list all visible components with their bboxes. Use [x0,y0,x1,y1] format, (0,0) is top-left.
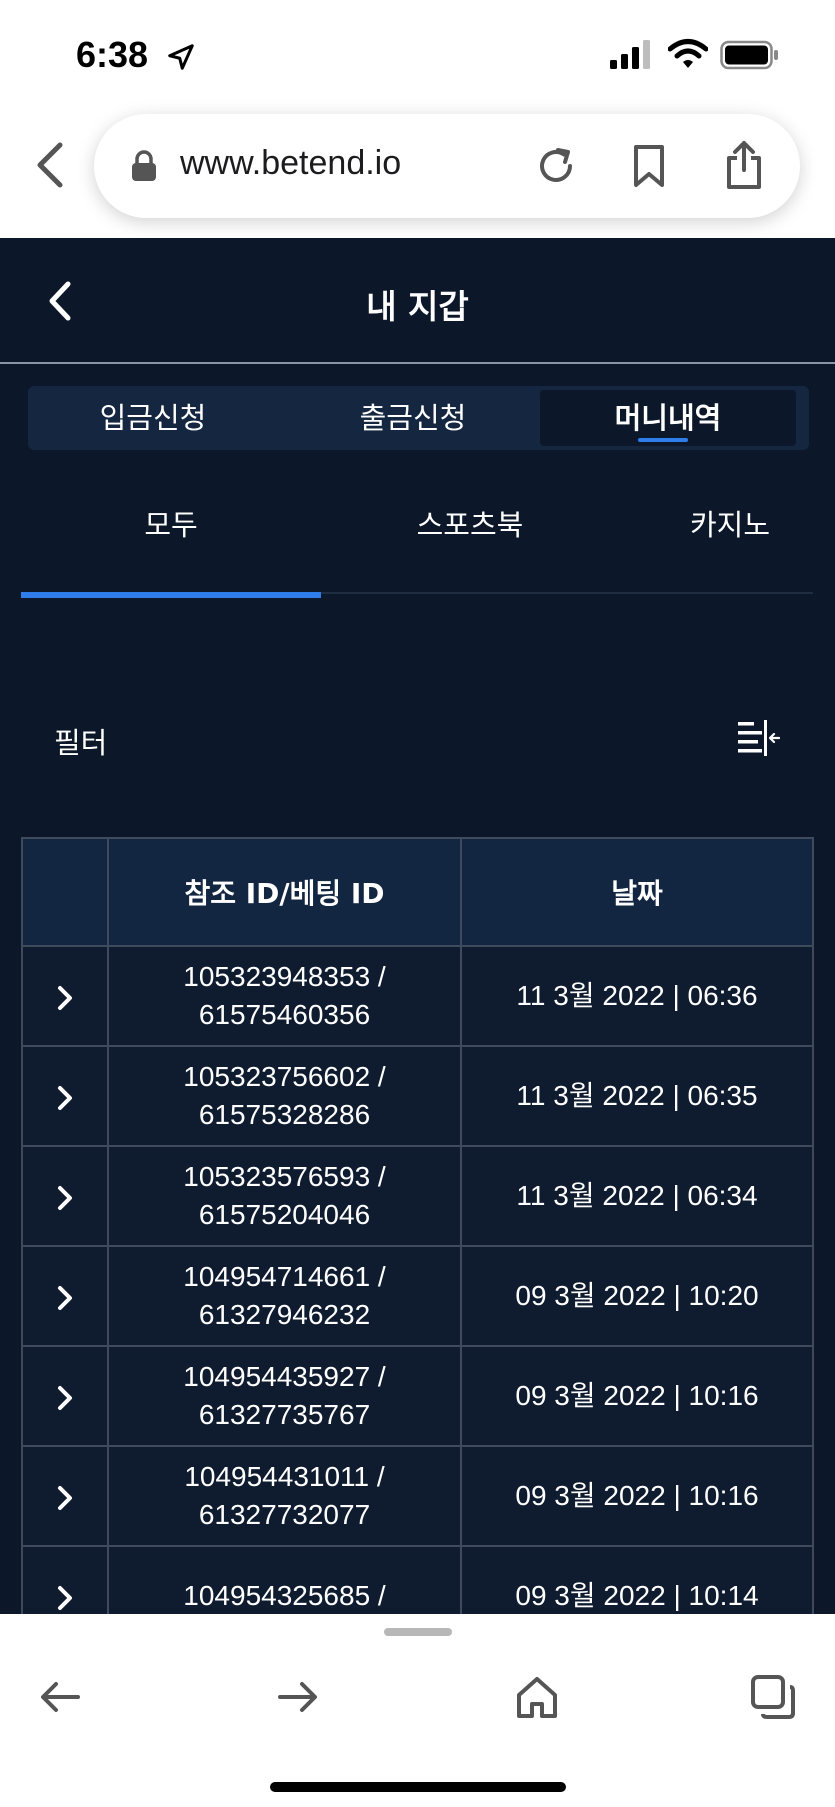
row-reference-cell: 104954431011 / 61327732077 [107,1445,462,1547]
tab-money-history-label: 머니내역 [614,401,722,435]
battery-icon [720,40,778,70]
reference-id: 104954325685 / [183,1580,386,1611]
row-date: 09 3월 2022 | 10:20 [460,1245,814,1347]
chevron-right-icon[interactable] [54,1484,76,1512]
status-time: 6:38 [76,34,149,75]
table-row[interactable]: 104954431011 / 61327732077 09 3월 2022 | 1… [21,1445,814,1547]
cellular-signal-icon [610,40,650,69]
chevron-right-icon[interactable] [54,1184,76,1212]
wallet-screen: 내 지갑 입금신청 출금신청 머니내역 모두 스포츠북 카지노 필터 참조 ID… [0,238,835,1614]
row-reference-cell: 104954435927 / 61327735767 [107,1345,462,1447]
app-header: 내 지갑 [0,238,835,364]
wifi-icon [668,39,708,68]
row-date: 11 3월 2022 | 06:34 [460,1145,814,1247]
active-tab-indicator [638,438,688,442]
row-expand-cell[interactable] [21,1445,109,1547]
subtab-casino[interactable]: 카지노 [690,494,835,600]
row-date: 09 3월 2022 | 10:16 [460,1445,814,1547]
chevron-right-icon[interactable] [54,984,76,1012]
header-expand [21,837,109,947]
row-date: 11 3월 2022 | 06:36 [460,945,814,1047]
row-reference-cell: 105323756602 / 61575328286 [107,1045,462,1147]
header-reference-id: 참조 ID/베팅 ID [107,837,462,947]
table-row[interactable]: 104954714661 / 61327946232 09 3월 2022 | 1… [21,1245,814,1347]
browser-address-bar: www.betend.io [0,110,835,238]
row-expand-cell[interactable] [21,945,109,1047]
bookmark-icon[interactable] [630,144,668,188]
chevron-right-icon[interactable] [54,1584,76,1612]
subtab-active-indicator [21,592,321,598]
reference-id: 105323576593 / [183,1161,386,1192]
table-header-row: 참조 ID/베팅 ID 날짜 [21,837,814,947]
history-subtabs: 모두 스포츠북 카지노 [0,494,835,600]
row-reference-cell: 105323576593 / 61575204046 [107,1145,462,1247]
chevron-right-icon[interactable] [54,1284,76,1312]
row-reference-cell: 104954714661 / 61327946232 [107,1245,462,1347]
page-title: 내 지갑 [366,287,469,326]
forward-arrow-icon[interactable] [274,1674,320,1720]
row-date: 11 3월 2022 | 06:35 [460,1045,814,1147]
header-date: 날짜 [460,837,814,947]
table-row[interactable]: 104954325685 / 09 3월 2022 | 10:14 [21,1545,814,1614]
subtab-sportsbook[interactable]: 스포츠북 [320,494,620,600]
url-text[interactable]: www.betend.io [180,144,401,183]
bet-id: 61575328286 [198,1099,371,1130]
home-icon[interactable] [514,1674,560,1720]
table-row[interactable]: 104954435927 / 61327735767 09 3월 2022 | 1… [21,1345,814,1447]
bet-id: 61327735767 [198,1399,371,1430]
browser-toolbar [0,1614,835,1807]
toolbar-grabber[interactable] [384,1628,452,1636]
share-icon[interactable] [724,140,764,190]
lock-icon [132,150,156,181]
reference-id: 105323756602 / [183,1061,386,1092]
url-field[interactable]: www.betend.io [94,114,800,218]
row-date: 09 3월 2022 | 10:16 [460,1345,814,1447]
chevron-right-icon[interactable] [54,1384,76,1412]
row-expand-cell[interactable] [21,1045,109,1147]
chevron-right-icon[interactable] [54,1084,76,1112]
row-reference-cell: 104954325685 / [107,1545,462,1614]
tabs-icon[interactable] [750,1674,796,1720]
reference-id: 104954714661 / [183,1261,386,1292]
location-arrow-icon [168,44,194,70]
row-expand-cell[interactable] [21,1245,109,1347]
tab-deposit-request[interactable]: 입금신청 [28,386,278,450]
row-reference-cell: 105323948353 / 61575460356 [107,945,462,1047]
table-row[interactable]: 105323756602 / 61575328286 11 3월 2022 | 0… [21,1045,814,1147]
wallet-segment-control: 입금신청 출금신청 머니내역 [28,386,809,450]
row-date: 09 3월 2022 | 10:14 [460,1545,814,1614]
table-row[interactable]: 105323576593 / 61575204046 11 3월 2022 | 0… [21,1145,814,1247]
back-arrow-icon[interactable] [38,1674,84,1720]
filter-label: 필터 [54,726,108,760]
reference-id: 104954435927 / [183,1361,386,1392]
home-indicator [270,1782,566,1792]
subtab-all[interactable]: 모두 [21,494,321,600]
browser-back-chevron-icon[interactable] [30,140,70,190]
row-expand-cell[interactable] [21,1145,109,1247]
filter-collapse-icon[interactable] [736,718,780,758]
tab-money-history[interactable]: 머니내역 [540,390,796,446]
history-table: 참조 ID/베팅 ID 날짜 105323948353 / 61575460356… [21,837,814,1614]
table-row[interactable]: 105323948353 / 61575460356 11 3월 2022 | 0… [21,945,814,1047]
tab-withdraw-request[interactable]: 출금신청 [288,386,538,450]
row-expand-cell[interactable] [21,1545,109,1614]
bet-id: 61327946232 [198,1299,371,1330]
status-bar: 6:38 [0,0,835,110]
row-expand-cell[interactable] [21,1345,109,1447]
reference-id: 104954431011 / [184,1461,385,1492]
bet-id: 61327732077 [198,1499,371,1530]
bet-id: 61575460356 [198,999,371,1030]
bet-id: 61575204046 [198,1199,371,1230]
reference-id: 105323948353 / [183,961,386,992]
reload-icon[interactable] [534,144,578,188]
